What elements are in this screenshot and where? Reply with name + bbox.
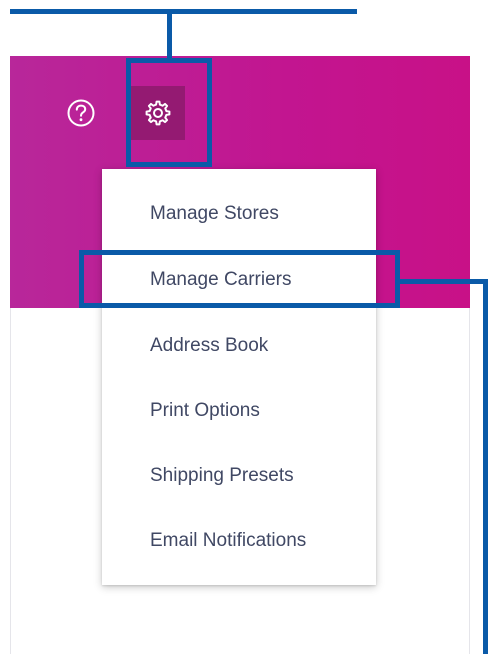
annotation-connector: [398, 279, 488, 284]
settings-dropdown-menu: Manage Stores Manage Carriers Address Bo…: [102, 169, 376, 585]
menu-item-label: Print Options: [150, 400, 260, 421]
annotation-highlight-manage-carriers: [79, 250, 400, 308]
annotation-connector: [167, 9, 172, 61]
menu-item-address-book[interactable]: Address Book: [102, 313, 376, 379]
annotation-connector: [483, 279, 488, 654]
menu-item-shipping-presets[interactable]: Shipping Presets: [102, 443, 376, 509]
menu-item-label: Manage Stores: [150, 203, 279, 224]
menu-item-email-notifications[interactable]: Email Notifications: [102, 508, 376, 574]
annotation-highlight-settings: [126, 58, 212, 167]
annotation-top-line: [10, 9, 357, 14]
menu-item-print-options[interactable]: Print Options: [102, 378, 376, 444]
menu-item-manage-stores[interactable]: Manage Stores: [102, 181, 376, 247]
question-circle-icon: [66, 98, 96, 128]
help-button[interactable]: [54, 86, 108, 140]
menu-item-label: Address Book: [150, 335, 269, 356]
menu-item-label: Shipping Presets: [150, 465, 294, 486]
menu-item-label: Email Notifications: [150, 530, 307, 551]
